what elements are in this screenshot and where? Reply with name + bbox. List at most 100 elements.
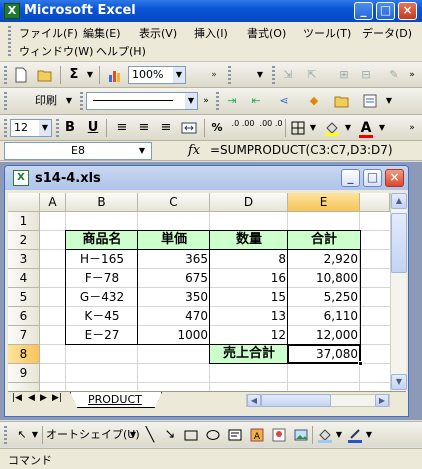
new-icon[interactable] [12,65,30,85]
cell-c4[interactable]: 675 [138,269,208,288]
align-left-icon[interactable]: ≡ [112,118,132,138]
cell-e3[interactable]: 2,920 [288,250,358,269]
toolbar-options-icon-2[interactable]: » [406,65,418,85]
align-right-icon[interactable]: ≡ [156,118,176,138]
header-product-name[interactable]: 商品名 [66,231,138,250]
textbox-tool-icon[interactable] [226,425,244,445]
rectangle-tool-icon[interactable] [182,425,200,445]
fill-color-dropdown-icon[interactable]: ▼ [343,118,353,138]
row-header-8[interactable]: 8 [8,345,40,364]
track-changes-icon[interactable]: ⇲ [278,65,298,85]
toolbar-options-icon[interactable]: » [208,65,220,85]
cell-d7[interactable]: 12 [210,326,286,345]
arrow-tool-icon[interactable]: ↘ [162,425,178,445]
zoom-dropdown-icon[interactable]: ▼ [173,67,185,83]
header-quantity[interactable]: 数量 [210,231,288,250]
row-header-1[interactable]: 1 [8,212,40,231]
increase-decimal-button[interactable]: .0 .00 [230,118,256,138]
picture-icon[interactable] [292,425,310,445]
next-sheet-icon[interactable]: ▶ [40,393,47,403]
workbook-maximize-button[interactable]: □ [363,169,382,187]
line-color-icon[interactable] [346,425,364,445]
workbook-close-button[interactable]: × [385,169,404,187]
toolbar-grip-2[interactable] [228,66,231,84]
menu-data[interactable]: データ(D) [362,25,412,41]
toolbar-more-icon[interactable]: ▼ [255,65,265,85]
trace-icon[interactable]: ⋖ [274,91,294,111]
borders-icon[interactable] [289,118,307,138]
cell-d4[interactable]: 16 [210,269,286,288]
line-tool-icon[interactable]: ╲ [142,425,158,445]
folder-icon[interactable] [332,91,352,111]
toolbar-options-icon-3[interactable]: » [200,91,212,111]
zoom-select[interactable]: 100% ▼ [128,66,186,84]
scroll-thumb[interactable] [391,213,407,273]
font-color-icon[interactable]: A [356,118,376,138]
cell-e5[interactable]: 5,250 [288,288,358,307]
draw-grip[interactable] [4,426,7,444]
header-unit-price[interactable]: 単価 [138,231,210,250]
clipart-icon[interactable] [270,425,288,445]
name-box[interactable]: E8 ▼ [4,142,152,160]
column-header-e[interactable]: E [288,193,360,212]
cell-c6[interactable]: 470 [138,307,208,326]
horizontal-scrollbar[interactable]: ◀ ▶ [246,394,390,407]
fill-color-icon[interactable] [322,118,342,138]
cell-d3[interactable]: 8 [210,250,286,269]
open-icon[interactable] [34,65,56,85]
cell-c7[interactable]: 1000 [138,326,208,345]
outdent-icon[interactable]: ⇤ [246,91,266,111]
row-header-9[interactable]: 9 [8,364,40,383]
toolbar-options-icon-4[interactable]: » [406,118,418,138]
hscroll-thumb[interactable] [261,394,331,407]
cell-e4[interactable]: 10,800 [288,269,358,288]
column-header-c[interactable]: C [138,193,210,212]
menu-tools[interactable]: ツール(T) [303,25,351,41]
column-header-d[interactable]: D [210,193,288,212]
formula-input[interactable]: =SUMPRODUCT(C3:C7,D3:D7) [210,143,393,157]
toolbar-grip-4[interactable] [4,119,7,137]
indent-icon[interactable]: ⇥ [222,91,242,111]
print-dropdown-icon[interactable]: ▼ [64,91,74,111]
autosum-button[interactable]: Σ [64,65,84,85]
draw-fill-color-icon[interactable] [316,425,334,445]
row-header-3[interactable]: 3 [8,250,40,269]
scroll-left-icon[interactable]: ◀ [247,394,261,407]
autoshapes-dropdown-icon[interactable]: ▼ [128,425,138,445]
report-icon[interactable] [360,91,380,111]
column-header-f[interactable] [360,193,390,212]
print-button[interactable]: 印刷 [30,91,62,111]
row-header-2[interactable]: 2 [8,231,40,250]
merge-icon[interactable]: ⊞ [334,65,354,85]
menu-edit[interactable]: 編集(E) [83,25,121,41]
menu-grip[interactable] [8,26,11,58]
row-header-5[interactable]: 5 [8,288,40,307]
select-objects-icon[interactable]: ↖ [14,425,30,445]
underline-button[interactable]: U [83,118,103,138]
wordart-icon[interactable]: A [248,425,266,445]
toolbar-grip-3[interactable] [4,92,7,111]
cell-b3[interactable]: H－165 [66,250,138,269]
row-header-4[interactable]: 4 [8,269,40,288]
column-header-b[interactable]: B [66,193,138,212]
sheet-tab-label[interactable]: PRODUCT [88,393,142,406]
maximize-button[interactable]: □ [376,2,395,20]
oval-tool-icon[interactable] [204,425,222,445]
menu-file[interactable]: ファイル(F) [19,25,78,41]
prev-sheet-icon[interactable]: ◀ [28,393,35,403]
cell-b6[interactable]: K－45 [66,307,138,326]
align-center-icon[interactable]: ≡ [134,118,154,138]
minimize-button[interactable]: _ [354,2,373,20]
fx-icon[interactable]: fx [188,143,200,158]
close-button[interactable]: × [398,2,417,20]
cell-d6[interactable]: 13 [210,307,286,326]
menu-help[interactable]: ヘルプ(H) [96,43,146,59]
font-size-select[interactable]: 12 ▼ [10,119,52,137]
select-all-corner[interactable] [8,193,40,212]
bold-button[interactable]: B [60,118,80,138]
menu-format[interactable]: 書式(O) [247,25,286,41]
menu-window[interactable]: ウィンドウ(W) [19,43,93,59]
header-total[interactable]: 合計 [288,231,360,250]
fill-handle[interactable] [358,361,363,366]
last-sheet-icon[interactable]: ▶| [52,393,62,403]
